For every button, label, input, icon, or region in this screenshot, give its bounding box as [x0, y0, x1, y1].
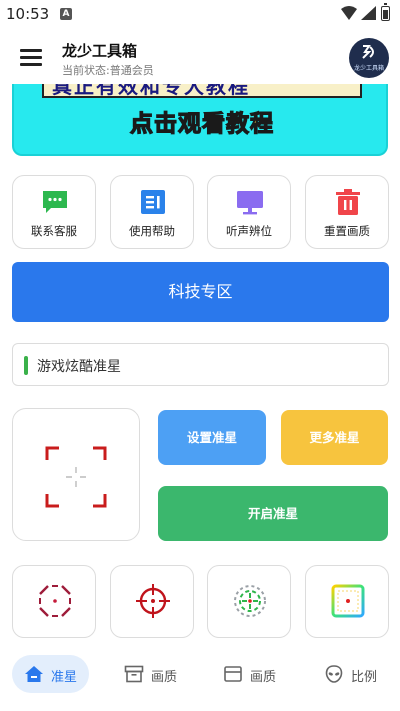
- section-header: 游戏炫酷准星: [12, 343, 389, 386]
- notification-a-icon: A: [60, 8, 72, 20]
- crosshair-option[interactable]: [110, 565, 194, 638]
- status-bar: 10:53 A: [0, 0, 400, 28]
- logo-text: 龙少工具箱: [353, 65, 384, 72]
- app-bar: 龙少工具箱 当前状态:普通会员 龙少工具箱: [0, 28, 400, 84]
- nav-item-crosshair[interactable]: 准星: [12, 655, 89, 693]
- contact-support-button[interactable]: 联系客服: [12, 175, 96, 249]
- bottom-nav: 准星 画质 画质 比例: [0, 638, 400, 711]
- set-crosshair-button[interactable]: 设置准星: [158, 410, 266, 465]
- member-status: 当前状态:普通会员: [62, 64, 154, 77]
- usage-help-button[interactable]: 使用帮助: [110, 175, 194, 249]
- nav-item-quality-2[interactable]: 画质: [213, 655, 293, 693]
- trash-icon: [336, 189, 360, 215]
- wifi-icon: [341, 6, 357, 20]
- box-icon: [124, 665, 144, 683]
- action-label: 使用帮助: [129, 224, 175, 238]
- tech-zone-button[interactable]: 科技专区: [12, 262, 389, 322]
- app-logo[interactable]: 龙少工具箱: [349, 38, 389, 78]
- crosshair-option[interactable]: [305, 565, 389, 638]
- folder-icon: [224, 666, 242, 682]
- crosshair-option[interactable]: [12, 565, 96, 638]
- action-label: 听声辨位: [226, 224, 272, 238]
- nav-item-quality[interactable]: 画质: [113, 655, 193, 693]
- nav-label: 画质: [250, 670, 277, 685]
- section-accent-bar: [24, 356, 28, 375]
- menu-bar-icon: [20, 63, 42, 66]
- menu-bar-icon: [20, 56, 42, 59]
- reset-quality-button[interactable]: 重置画质: [305, 175, 389, 249]
- action-label: 联系客服: [31, 224, 77, 238]
- monitor-icon: [237, 191, 263, 215]
- red-corner-crosshair-icon: [45, 446, 107, 508]
- home-icon: [25, 666, 43, 682]
- crosshair-option[interactable]: [207, 565, 291, 638]
- tutorial-banner[interactable]: 真正有效和专大教程 点击观看教程: [12, 84, 388, 156]
- chat-icon: [43, 191, 67, 213]
- open-crosshair-button[interactable]: 开启准星: [158, 486, 388, 541]
- nav-label: 比例: [351, 670, 378, 685]
- circle-crosshair-icon: [136, 584, 170, 618]
- banner-cta-text: 点击观看教程: [129, 110, 274, 137]
- menu-button[interactable]: [20, 49, 42, 66]
- crosshair-preview: [12, 408, 140, 541]
- banner-top-text: 真正有效和专大教程: [52, 84, 250, 98]
- logo-mark-icon: [362, 45, 374, 59]
- nav-item-ratio[interactable]: 比例: [313, 655, 393, 693]
- nav-label: 准星: [51, 670, 78, 685]
- app-title: 龙少工具箱: [62, 42, 138, 60]
- status-time: 10:53: [6, 5, 50, 23]
- section-title: 游戏炫酷准星: [37, 359, 121, 375]
- more-crosshair-button[interactable]: 更多准星: [281, 410, 388, 465]
- nav-label: 画质: [151, 670, 178, 685]
- document-icon: [141, 190, 165, 214]
- battery-icon: [381, 3, 390, 21]
- octagon-crosshair-icon: [39, 585, 71, 617]
- menu-bar-icon: [20, 49, 42, 52]
- green-dashed-crosshair-icon: [234, 585, 266, 617]
- banner-top-strip: 真正有效和专大教程: [42, 84, 362, 98]
- signal-icon: [361, 6, 376, 20]
- rainbow-square-crosshair-icon: [331, 584, 365, 618]
- alien-icon: [325, 665, 343, 683]
- sound-locate-button[interactable]: 听声辨位: [207, 175, 291, 249]
- action-label: 重置画质: [324, 224, 370, 238]
